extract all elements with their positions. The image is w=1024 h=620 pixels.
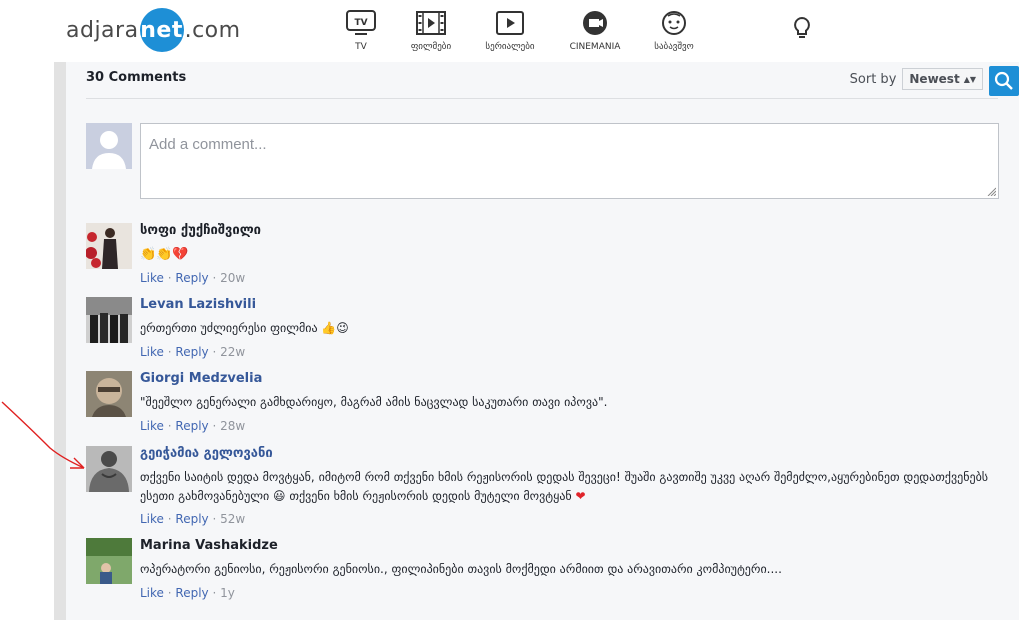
heart-emoji: ❤ xyxy=(575,489,586,503)
logo-suffix: .com xyxy=(184,17,241,43)
like-link[interactable]: Like xyxy=(140,512,164,526)
comment-text: "შეეშლო გენერალი გამხდარიყო, მაგრამ ამის… xyxy=(140,395,608,409)
avatar[interactable] xyxy=(86,538,132,584)
nav-label-tv: TV xyxy=(355,42,367,52)
comment-meta: Like · Reply · 1y xyxy=(140,586,235,600)
reply-link[interactable]: Reply xyxy=(175,419,208,433)
comment-text: თქვენი საიტის დედა მოვტყან, იმიტომ რომ თ… xyxy=(140,470,989,503)
kids-face-icon xyxy=(657,8,691,38)
site-header: adjara net .com TV TV ფილმები სერიალები … xyxy=(0,0,1024,62)
comment-text: ერთერთი უძლიერესი ფილმია 👍😉 xyxy=(140,321,349,335)
reply-link[interactable]: Reply xyxy=(175,345,208,359)
sort-select[interactable]: Newest ▲▼ xyxy=(902,68,983,90)
comment-age: 28w xyxy=(220,419,246,433)
reply-link[interactable]: Reply xyxy=(175,586,208,600)
comment-text: ოპერატორი გენიოსი, რეჟისორი გენიოსი., ფი… xyxy=(140,562,782,576)
resize-handle-icon[interactable] xyxy=(986,186,996,196)
play-icon xyxy=(493,8,527,38)
red-arrow-annotation xyxy=(1,401,85,469)
nav-item-kids[interactable]: საბავშვო xyxy=(646,8,702,52)
sort-arrows-icon: ▲▼ xyxy=(963,74,976,84)
comment-meta: Like · Reply · 20w xyxy=(140,271,246,285)
nav-item-series[interactable]: სერიალები xyxy=(476,8,544,52)
lightbulb-icon[interactable] xyxy=(790,15,814,41)
sort-control: Sort by Newest ▲▼ xyxy=(850,68,983,90)
nav-item-films[interactable]: ფილმები xyxy=(404,8,458,52)
comment-text: 👏👏💔 xyxy=(140,247,189,262)
nav-item-cinemania[interactable]: CINEMANIA xyxy=(562,8,628,52)
search-icon xyxy=(994,71,1013,90)
comment-author[interactable]: გეიჭამია გელოვანი xyxy=(140,446,273,461)
like-link[interactable]: Like xyxy=(140,419,164,433)
nav-label-kids: საბავშვო xyxy=(654,42,694,52)
comment-meta: Like · Reply · 28w xyxy=(140,419,246,433)
comment-meta: Like · Reply · 22w xyxy=(140,345,246,359)
reply-link[interactable]: Reply xyxy=(175,512,208,526)
film-strip-icon xyxy=(414,8,448,38)
comment-placeholder: Add a comment... xyxy=(149,136,267,153)
comment-author[interactable]: Levan Lazishvili xyxy=(140,297,256,312)
search-button[interactable] xyxy=(989,66,1019,96)
comment-age: 22w xyxy=(220,345,246,359)
sort-label: Sort by xyxy=(849,71,897,87)
like-link[interactable]: Like xyxy=(140,271,164,285)
comments-count: 30 Comments xyxy=(86,70,187,85)
avatar[interactable] xyxy=(86,371,132,417)
avatar[interactable] xyxy=(86,297,132,343)
logo-prefix: adjara xyxy=(66,17,139,43)
comment-age: 1y xyxy=(220,586,235,600)
nav-label-cinemania: CINEMANIA xyxy=(569,42,621,52)
main-nav: TV TV ფილმები სერიალები CINEMANIA საბავშ… xyxy=(336,8,720,52)
avatar[interactable] xyxy=(86,223,132,269)
site-logo[interactable]: adjara net .com xyxy=(66,8,241,52)
current-user-avatar xyxy=(86,123,132,169)
nav-label-series: სერიალები xyxy=(485,42,535,52)
comment-age: 20w xyxy=(220,271,246,285)
like-link[interactable]: Like xyxy=(140,345,164,359)
comments-panel: 30 Comments Sort by Newest ▲▼ Add a comm… xyxy=(66,62,1019,620)
comment-age: 52w xyxy=(220,512,246,526)
left-rail xyxy=(54,62,66,620)
like-link[interactable]: Like xyxy=(140,586,164,600)
logo-accent: net xyxy=(139,8,184,52)
tv-icon-text: TV xyxy=(354,18,367,28)
cinemania-icon xyxy=(578,8,612,38)
reply-link[interactable]: Reply xyxy=(175,271,208,285)
comment-meta: Like · Reply · 52w xyxy=(140,512,246,526)
sort-value: Newest xyxy=(909,72,960,86)
tv-icon: TV xyxy=(344,8,378,38)
comment-author[interactable]: Marina Vashakidze xyxy=(140,538,278,553)
nav-label-films: ფილმები xyxy=(410,42,452,52)
comment-author[interactable]: სოფი ქუქჩიშვილი xyxy=(140,223,261,238)
comment-input[interactable]: Add a comment... xyxy=(140,123,999,199)
avatar[interactable] xyxy=(86,446,132,492)
comment-author[interactable]: Giorgi Medzvelia xyxy=(140,371,262,386)
header-divider xyxy=(86,98,998,99)
nav-item-tv[interactable]: TV TV xyxy=(336,8,386,52)
